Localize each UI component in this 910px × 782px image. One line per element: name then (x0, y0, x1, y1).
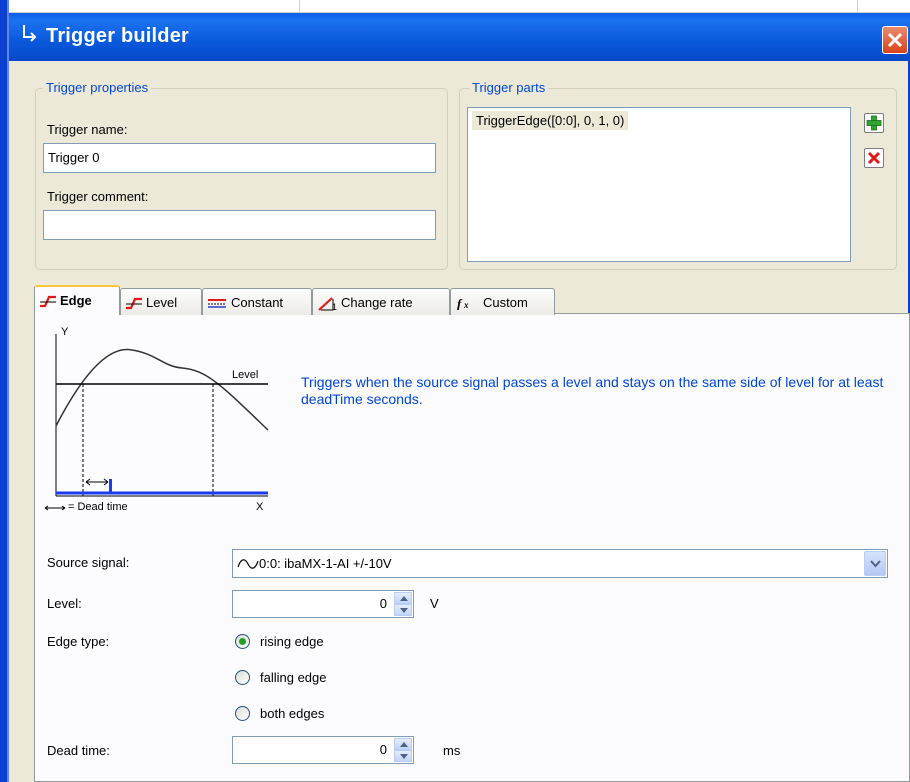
dead-time-label: Dead time: (47, 743, 110, 758)
level-increment-button[interactable] (394, 592, 412, 604)
analog-signal-icon (237, 559, 259, 569)
dead-time-legend: = Dead time (68, 501, 128, 513)
trigger-properties-title: Trigger properties (43, 80, 152, 95)
tab-change-rate[interactable]: 1 Change rate (312, 288, 450, 315)
radio-rising-edge[interactable] (235, 634, 250, 649)
trigger-parts-list[interactable]: TriggerEdge([0:0], 0, 1, 0) (467, 107, 851, 262)
tab-change-rate-label: Change rate (341, 295, 413, 310)
trigger-parts-title: Trigger parts (469, 80, 549, 95)
dead-time-value: 0 (379, 742, 387, 757)
dead-time-increment-button[interactable] (394, 738, 412, 750)
arrow-return-icon (20, 23, 38, 51)
dead-time-stepper[interactable]: 0 (232, 736, 414, 764)
background-window-strip (9, 0, 910, 13)
tab-constant-label: Constant (231, 295, 284, 310)
chevron-up-icon (400, 596, 408, 601)
close-icon (887, 32, 903, 48)
trigger-name-field[interactable]: Trigger 0 (43, 143, 436, 173)
both-edges-label[interactable]: both edges (260, 706, 324, 721)
tab-custom-label: Custom (483, 295, 528, 310)
level-line-label: Level (232, 369, 259, 381)
svg-text:x: x (463, 300, 469, 310)
window-left-border (0, 0, 7, 782)
x-axis-label: X (256, 501, 264, 513)
remove-part-button[interactable] (864, 148, 884, 168)
delete-icon (867, 151, 881, 165)
edge-icon (40, 295, 56, 308)
edge-type-label: Edge type: (47, 634, 110, 649)
source-signal-label: Source signal: (47, 555, 130, 570)
level-label: Level: (47, 596, 82, 611)
description-text: Triggers when the source signal passes a… (301, 374, 884, 407)
tab-constant[interactable]: Constant (202, 288, 312, 315)
chevron-down-icon (400, 608, 408, 613)
source-signal-dropdown-button[interactable] (864, 551, 886, 576)
chevron-up-icon (400, 742, 408, 747)
level-value: 0 (379, 596, 387, 611)
falling-edge-label[interactable]: falling edge (260, 670, 327, 685)
y-axis-label: Y (61, 326, 69, 338)
source-signal-select[interactable]: 0:0: ibaMX-1-AI +/-10V (232, 549, 888, 578)
radio-both-edges[interactable] (235, 706, 250, 721)
chevron-down-icon (870, 560, 881, 568)
level-stepper[interactable]: 0 (232, 590, 414, 618)
level-unit: V (430, 596, 439, 611)
level-icon (126, 297, 142, 310)
tab-edge[interactable]: Edge (34, 285, 120, 315)
plus-icon (866, 115, 882, 131)
trigger-name-label: Trigger name: (47, 122, 128, 137)
level-decrement-button[interactable] (394, 604, 412, 616)
list-item[interactable]: TriggerEdge([0:0], 0, 1, 0) (472, 111, 629, 130)
tab-edge-label: Edge (60, 293, 92, 308)
radio-falling-edge[interactable] (235, 670, 250, 685)
chevron-down-icon (400, 754, 408, 759)
change-rate-icon: 1 (318, 297, 337, 312)
add-part-button[interactable] (864, 113, 884, 133)
close-button[interactable] (882, 26, 908, 54)
trigger-comment-label: Trigger comment: (47, 189, 149, 204)
constant-icon (208, 299, 226, 308)
tab-level[interactable]: Level (120, 288, 202, 315)
edge-diagram: Y X Level = Dead time (42, 326, 282, 516)
tab-custom[interactable]: fx Custom (450, 288, 555, 315)
trigger-comment-field[interactable] (43, 210, 436, 240)
dead-time-decrement-button[interactable] (394, 750, 412, 762)
dead-time-unit: ms (443, 743, 461, 758)
svg-text:1: 1 (332, 302, 337, 312)
function-icon: fx (457, 296, 469, 310)
tab-level-label: Level (146, 295, 178, 310)
source-signal-value: 0:0: ibaMX-1-AI +/-10V (259, 556, 392, 571)
svg-text:f: f (457, 296, 463, 310)
trigger-properties-group (35, 88, 448, 270)
window-title: Trigger builder (46, 25, 190, 47)
rising-edge-label[interactable]: rising edge (260, 634, 324, 649)
